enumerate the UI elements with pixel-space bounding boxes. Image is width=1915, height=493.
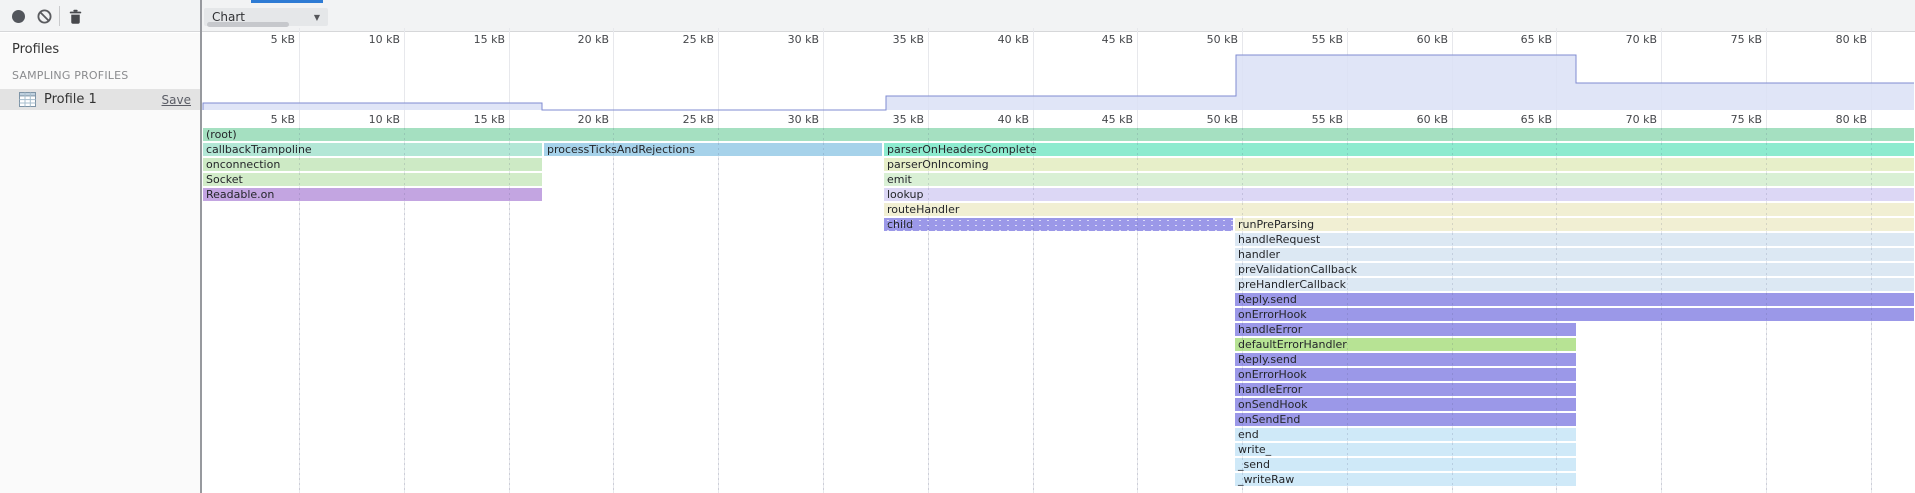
flame-frame[interactable]: end: [1235, 428, 1576, 441]
overview-gridline: [404, 28, 405, 110]
flame-gridline-overlay: [928, 128, 929, 493]
flame-ruler-tick-label: 50 kB: [1207, 113, 1238, 126]
memory-profiler-panel: Chart ▼ Profiles SAMPLING PROFILES Profi…: [0, 0, 1915, 493]
flame-chart-stage: 5 kB 5 kB 10 kB 10 kB 15 kB 15 kB 20 kB 20 kB 25…: [0, 0, 1915, 493]
flame-frame[interactable]: _writeRaw: [1235, 473, 1576, 486]
flame-gridline-overlay: [1556, 128, 1557, 493]
overview-gridline: [509, 28, 510, 110]
flame-frame[interactable]: write_: [1235, 443, 1576, 456]
flame-frame[interactable]: Reply.send: [1235, 293, 1914, 306]
overview-gridline: [299, 28, 300, 110]
flame-ruler-tick-label: 80 kB: [1836, 113, 1867, 126]
flame-ruler-tick-label: 20 kB: [578, 113, 609, 126]
overview-ruler-tick-label: 35 kB: [893, 33, 924, 46]
overview-gridline: [1137, 28, 1138, 110]
overview-gridline: [1242, 28, 1243, 110]
flame-frame[interactable]: child: [884, 218, 1233, 231]
overview-gridline: [1661, 28, 1662, 110]
flame-gridline-overlay: [1033, 128, 1034, 493]
flame-frame[interactable]: onErrorHook: [1235, 308, 1914, 321]
flame-ruler-tick-label: 45 kB: [1102, 113, 1133, 126]
overview-gridline: [928, 28, 929, 110]
flame-frame[interactable]: handler: [1235, 248, 1914, 261]
flame-ruler-tick-label: 55 kB: [1312, 113, 1343, 126]
flame-frame[interactable]: onSendEnd: [1235, 413, 1576, 426]
flame-frame[interactable]: defaultErrorHandler: [1235, 338, 1576, 351]
overview-gridline: [1871, 28, 1872, 110]
overview-ruler-tick-label: 30 kB: [788, 33, 819, 46]
flame-frame[interactable]: runPreParsing: [1235, 218, 1914, 231]
overview-ruler-tick-label: 50 kB: [1207, 33, 1238, 46]
overview-ruler-tick-label: 60 kB: [1417, 33, 1448, 46]
flame-gridline-overlay: [1242, 128, 1243, 493]
flame-frame[interactable]: onconnection: [203, 158, 542, 171]
flame-ruler-tick-label: 75 kB: [1731, 113, 1762, 126]
flame-frame[interactable]: onSendHook: [1235, 398, 1576, 411]
overview-ruler-tick-label: 55 kB: [1312, 33, 1343, 46]
overview-scrollbar-thumb[interactable]: [207, 22, 289, 27]
overview-gridline: [1452, 28, 1453, 110]
overview-ruler-tick-label: 25 kB: [683, 33, 714, 46]
flame-gridline-overlay: [1137, 128, 1138, 493]
overview-ruler-tick-label: 40 kB: [998, 33, 1029, 46]
flame-frame[interactable]: parserOnIncoming: [884, 158, 1914, 171]
overview-gridline: [1766, 28, 1767, 110]
overview-gridline: [718, 28, 719, 110]
flame-frame[interactable]: preValidationCallback: [1235, 263, 1914, 276]
overview-gridline: [1556, 28, 1557, 110]
flame-gridline-overlay: [1452, 128, 1453, 493]
overview-ruler-tick-label: 80 kB: [1836, 33, 1867, 46]
flame-frame[interactable]: handleError: [1235, 323, 1576, 336]
overview-gridline: [1347, 28, 1348, 110]
flame-ruler-tick-label: 15 kB: [474, 113, 505, 126]
flame-frame[interactable]: onErrorHook: [1235, 368, 1576, 381]
flame-ruler-tick-label: 60 kB: [1417, 113, 1448, 126]
flame-frame[interactable]: Readable.on: [203, 188, 542, 201]
flame-gridline-overlay: [823, 128, 824, 493]
flame-ruler-tick-label: 70 kB: [1626, 113, 1657, 126]
flame-gridline-overlay: [718, 128, 719, 493]
flame-frame[interactable]: callbackTrampoline: [203, 143, 542, 156]
flame-ruler-tick-label: 30 kB: [788, 113, 819, 126]
flame-ruler-tick-label: 65 kB: [1521, 113, 1552, 126]
flame-frame[interactable]: lookup: [884, 188, 1914, 201]
flame-frame[interactable]: preHandlerCallback: [1235, 278, 1914, 291]
flame-gridline-overlay: [613, 128, 614, 493]
flame-ruler-tick-label: 25 kB: [683, 113, 714, 126]
overview-ruler-tick-label: 15 kB: [474, 33, 505, 46]
overview-ruler-tick-label: 75 kB: [1731, 33, 1762, 46]
overview-ruler-tick-label: 10 kB: [369, 33, 400, 46]
flame-ruler-tick-label: 10 kB: [369, 113, 400, 126]
flame-frame[interactable]: parserOnHeadersComplete: [884, 143, 1914, 156]
flame-gridline-overlay: [1661, 128, 1662, 493]
overview-gridline: [613, 28, 614, 110]
flame-gridline-overlay: [509, 128, 510, 493]
flame-gridline-overlay: [1871, 128, 1872, 493]
flame-ruler-tick-label: 40 kB: [998, 113, 1029, 126]
flame-frame[interactable]: emit: [884, 173, 1914, 186]
overview-ruler-tick-label: 5 kB: [271, 33, 295, 46]
flame-frame[interactable]: handleRequest: [1235, 233, 1914, 246]
flame-frame[interactable]: processTicksAndRejections: [544, 143, 882, 156]
flame-gridline-overlay: [404, 128, 405, 493]
flame-frame[interactable]: Reply.send: [1235, 353, 1576, 366]
flame-frame[interactable]: _send: [1235, 458, 1576, 471]
flame-frame[interactable]: (root): [203, 128, 1914, 141]
flame-gridline-overlay: [299, 128, 300, 493]
flame-frame[interactable]: handleError: [1235, 383, 1576, 396]
overview-gridline: [1033, 28, 1034, 110]
flame-frame[interactable]: routeHandler: [884, 203, 1914, 216]
overview-ruler-tick-label: 45 kB: [1102, 33, 1133, 46]
overview-gridline: [823, 28, 824, 110]
flame-frame[interactable]: Socket: [203, 173, 542, 186]
overview-ruler-tick-label: 70 kB: [1626, 33, 1657, 46]
overview-ruler-tick-label: 65 kB: [1521, 33, 1552, 46]
flame-ruler-tick-label: 5 kB: [271, 113, 295, 126]
memory-overview-chart[interactable]: [0, 0, 1915, 493]
flame-gridline-overlay: [1766, 128, 1767, 493]
flame-gridline-overlay: [1347, 128, 1348, 493]
overview-ruler-tick-label: 20 kB: [578, 33, 609, 46]
flame-ruler-tick-label: 35 kB: [893, 113, 924, 126]
